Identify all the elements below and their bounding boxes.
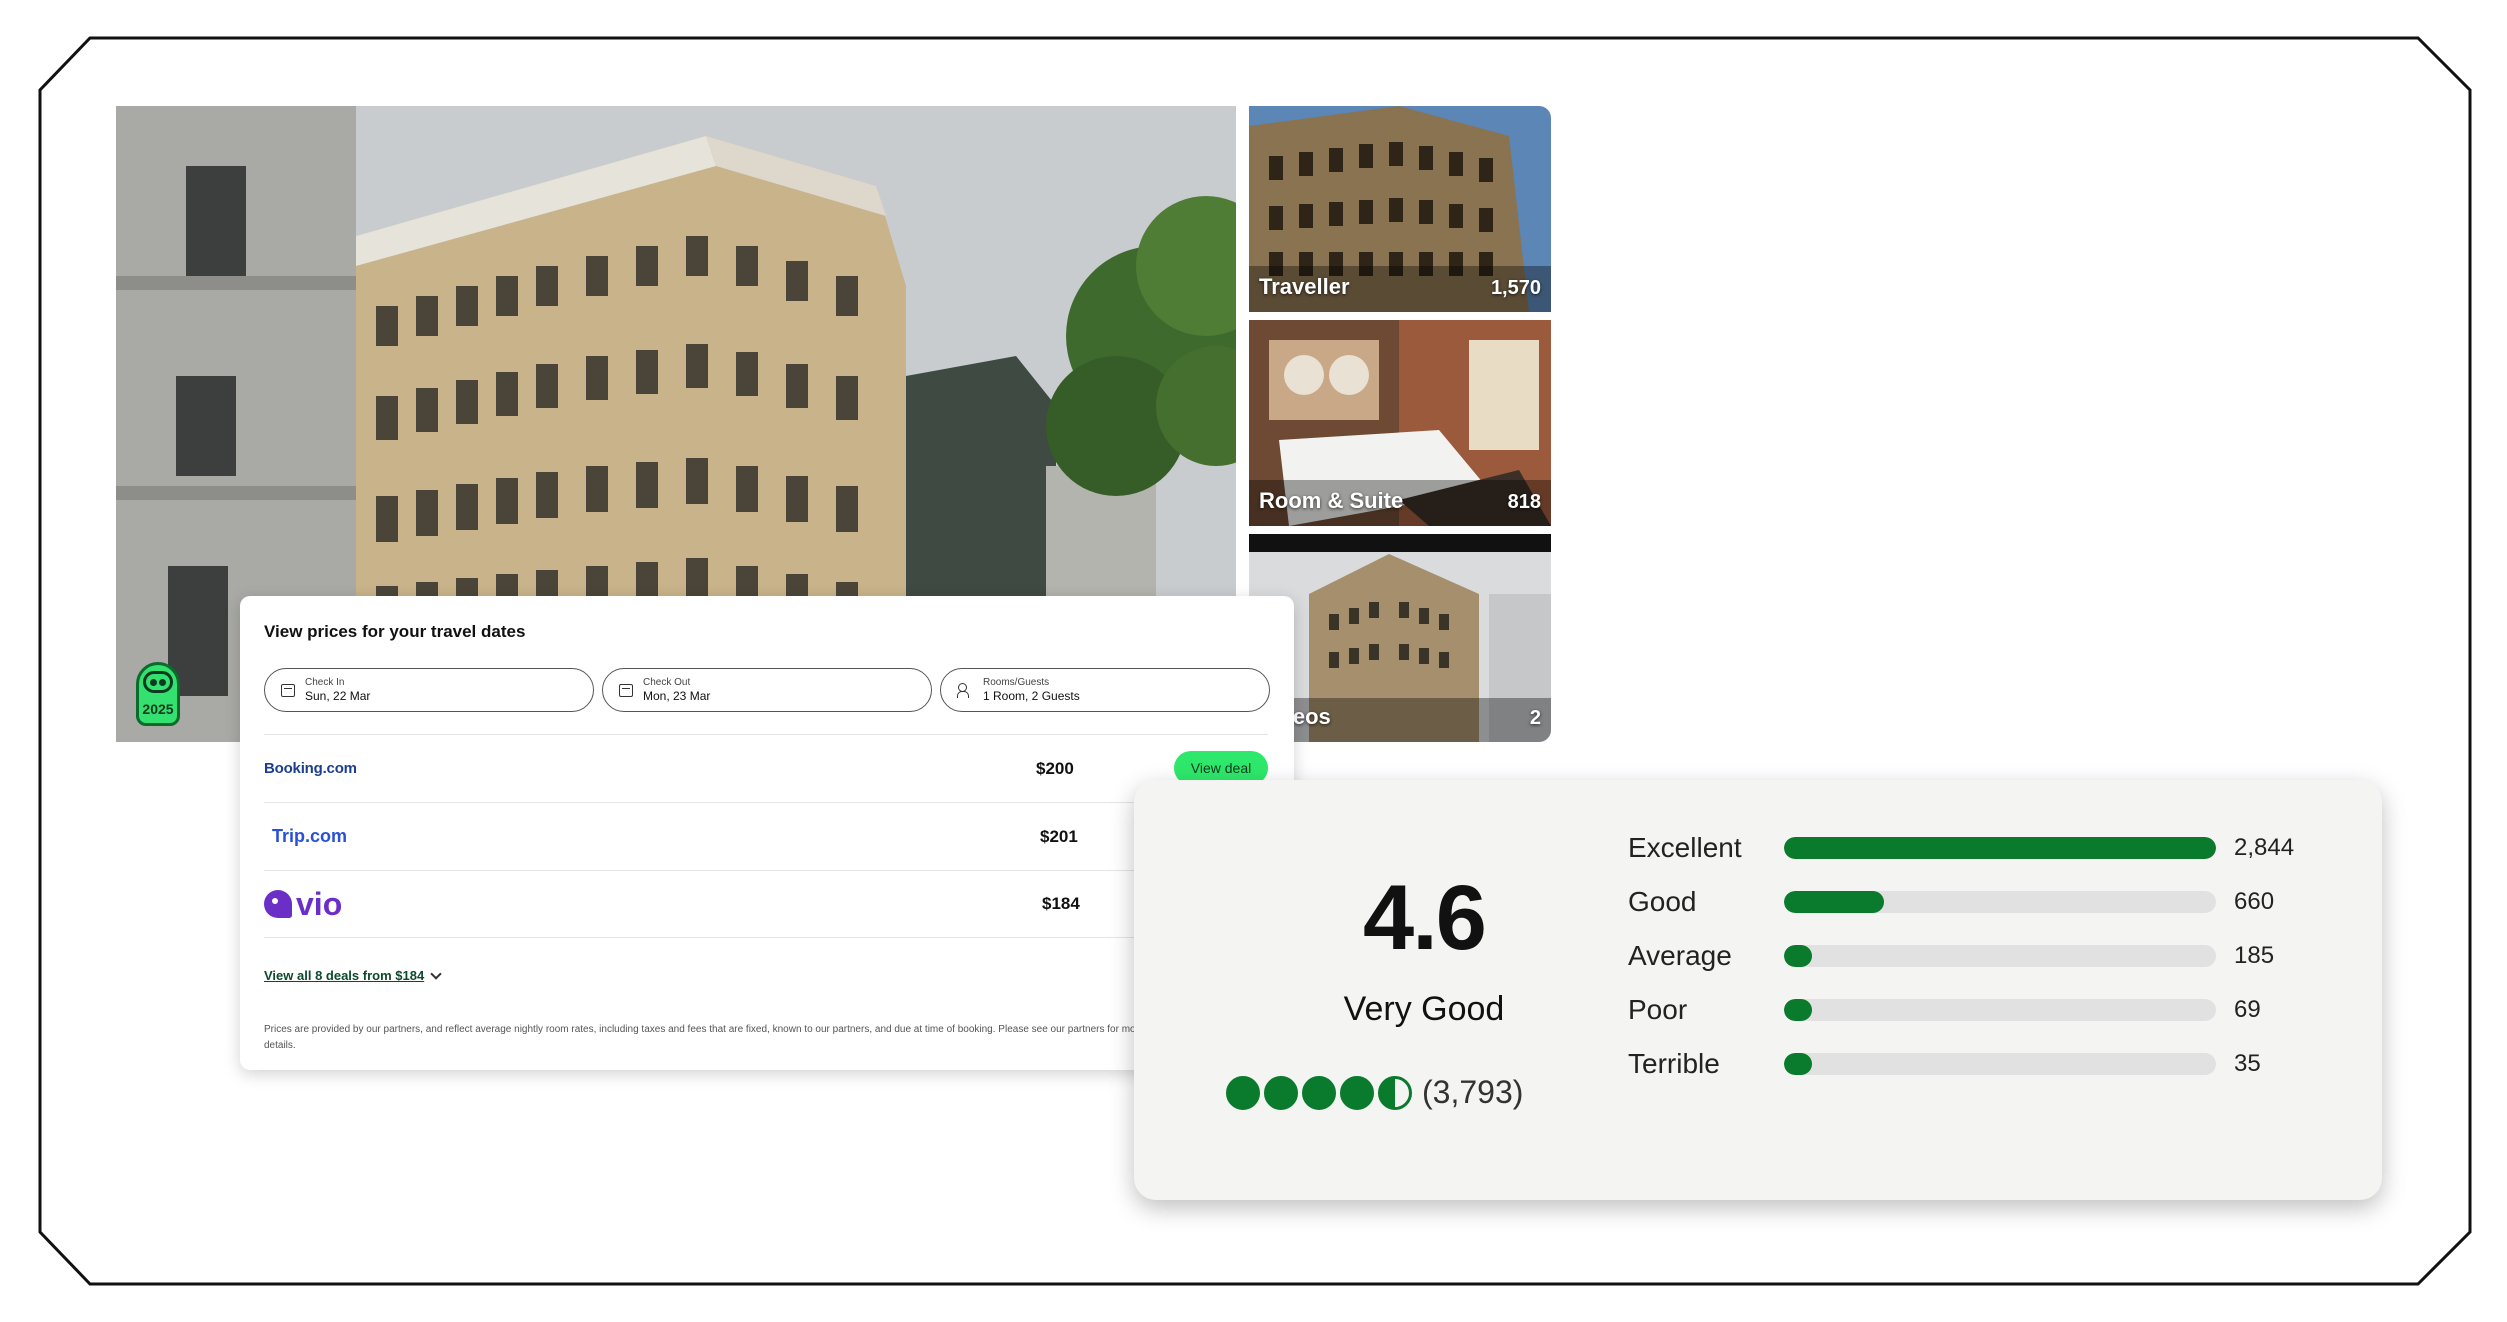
rating-distribution-count: 185	[2234, 942, 2275, 969]
rating-distribution-bar-track	[1784, 837, 2216, 859]
rating-distribution-bar-track	[1784, 999, 2216, 1021]
deal-row-trip[interactable]: Trip.com $201	[264, 802, 1268, 870]
rating-distribution-label: Excellent	[1628, 832, 1742, 863]
rating-score: 4.6	[1363, 867, 1487, 969]
rooms-guests-value: 1 Room, 2 Guests	[983, 689, 1080, 703]
rating-distribution-row-poor[interactable]: Poor 69	[1628, 990, 2261, 1030]
rating-distribution-row-average[interactable]: Average 185	[1628, 936, 2274, 976]
rating-distribution-bar-fill	[1784, 837, 2216, 859]
rating-distribution-label: Poor	[1628, 994, 1688, 1025]
rating-distribution-bar-track	[1784, 1053, 2216, 1075]
screenshot-stage: 2025 Traveller 1,570 Room & Suite 818 Vi…	[0, 0, 2507, 1322]
chevron-down-icon	[430, 967, 442, 980]
gallery-thumb-label: Traveller	[1259, 274, 1350, 299]
rating-distribution-bar-fill	[1784, 945, 1813, 967]
rating-summary-card: 4.6 Very Good (3,793) Excellent 2,844 Good…	[1134, 780, 2382, 1200]
rating-distribution-row-terrible[interactable]: Terrible 35	[1628, 1044, 2261, 1084]
gallery-thumb-room-suite[interactable]: Room & Suite 818	[1249, 320, 1551, 526]
rating-label: Very Good	[1343, 990, 1505, 1028]
deal-price: $200	[1036, 758, 1074, 778]
vio-logo-text: vio	[296, 885, 343, 922]
rating-distribution-count: 69	[2234, 996, 2261, 1023]
guests-icon	[957, 683, 973, 698]
deal-price: $184	[1042, 894, 1080, 913]
price-disclaimer: Prices are provided by our partners, and…	[264, 1024, 1145, 1051]
rating-distribution-bar-fill	[1784, 1053, 1812, 1075]
gallery-thumb-count: 2	[1529, 707, 1541, 729]
booking-logo: Booking.com	[264, 760, 357, 777]
price-card-title: View prices for your travel dates	[264, 622, 526, 641]
gallery-thumb-videos[interactable]: Videos 2	[1249, 534, 1551, 742]
rating-distribution-bar-fill	[1784, 891, 1885, 913]
check-in-value: Sun, 22 Mar	[305, 689, 371, 703]
rating-distribution-row-good[interactable]: Good 660	[1628, 882, 2274, 922]
rating-bubble-full-icon	[1340, 1075, 1374, 1110]
gallery-thumb-count: 818	[1507, 491, 1541, 513]
rating-bubble-full-icon	[1226, 1075, 1260, 1110]
gallery-thumb-label: Room & Suite	[1259, 488, 1404, 513]
rating-distribution-label: Good	[1628, 886, 1697, 917]
vio-logo: vio	[264, 886, 342, 923]
check-in-caption: Check In	[305, 677, 345, 688]
rating-bubble-full-icon	[1264, 1075, 1298, 1110]
rating-distribution-count: 35	[2234, 1050, 2261, 1077]
view-all-deals-text: View all 8 deals from $184	[264, 968, 425, 983]
rating-bubble-full-icon	[1302, 1075, 1336, 1110]
award-year: 2025	[142, 701, 174, 717]
deal-price: $201	[1040, 826, 1078, 846]
owl-icon	[143, 671, 173, 693]
rating-distribution-row-excellent[interactable]: Excellent 2,844	[1628, 828, 2294, 868]
deal-row-booking[interactable]: Booking.com $200 View deal	[264, 734, 1268, 802]
calendar-icon	[619, 683, 633, 697]
gallery-thumb-traveller[interactable]: Traveller 1,570	[1249, 106, 1551, 312]
travellers-choice-award-badge: 2025	[136, 662, 180, 726]
calendar-icon	[281, 683, 295, 697]
check-out-field[interactable]: Check Out Mon, 23 Mar	[602, 668, 932, 712]
rating-distribution-count: 660	[2234, 888, 2275, 915]
rating-bubble-half-icon	[1378, 1075, 1412, 1110]
check-out-value: Mon, 23 Mar	[643, 689, 711, 703]
view-all-deals-link[interactable]: View all 8 deals from $184	[264, 967, 442, 983]
rating-distribution-bar-track	[1784, 945, 2216, 967]
check-in-field[interactable]: Check In Sun, 22 Mar	[264, 668, 594, 712]
rating-bubbles: (3,793)	[1226, 1074, 1523, 1111]
review-count[interactable]: (3,793)	[1422, 1074, 1523, 1111]
gallery-thumb-count: 1,570	[1490, 277, 1541, 299]
trip-logo: Trip.com	[272, 826, 348, 846]
rooms-guests-field[interactable]: Rooms/Guests 1 Room, 2 Guests	[940, 668, 1270, 712]
rating-distribution-label: Average	[1628, 940, 1732, 971]
rating-distribution-bar-track	[1784, 891, 2216, 913]
rooms-guests-caption: Rooms/Guests	[983, 677, 1050, 688]
rating-distribution-count: 2,844	[2234, 834, 2295, 861]
vio-bird-icon	[264, 890, 292, 918]
rating-distribution-bar-fill	[1784, 999, 1812, 1021]
deal-row-vio[interactable]: vio $184	[264, 870, 1268, 938]
rating-distribution-label: Terrible	[1628, 1048, 1720, 1079]
check-out-caption: Check Out	[643, 677, 691, 688]
